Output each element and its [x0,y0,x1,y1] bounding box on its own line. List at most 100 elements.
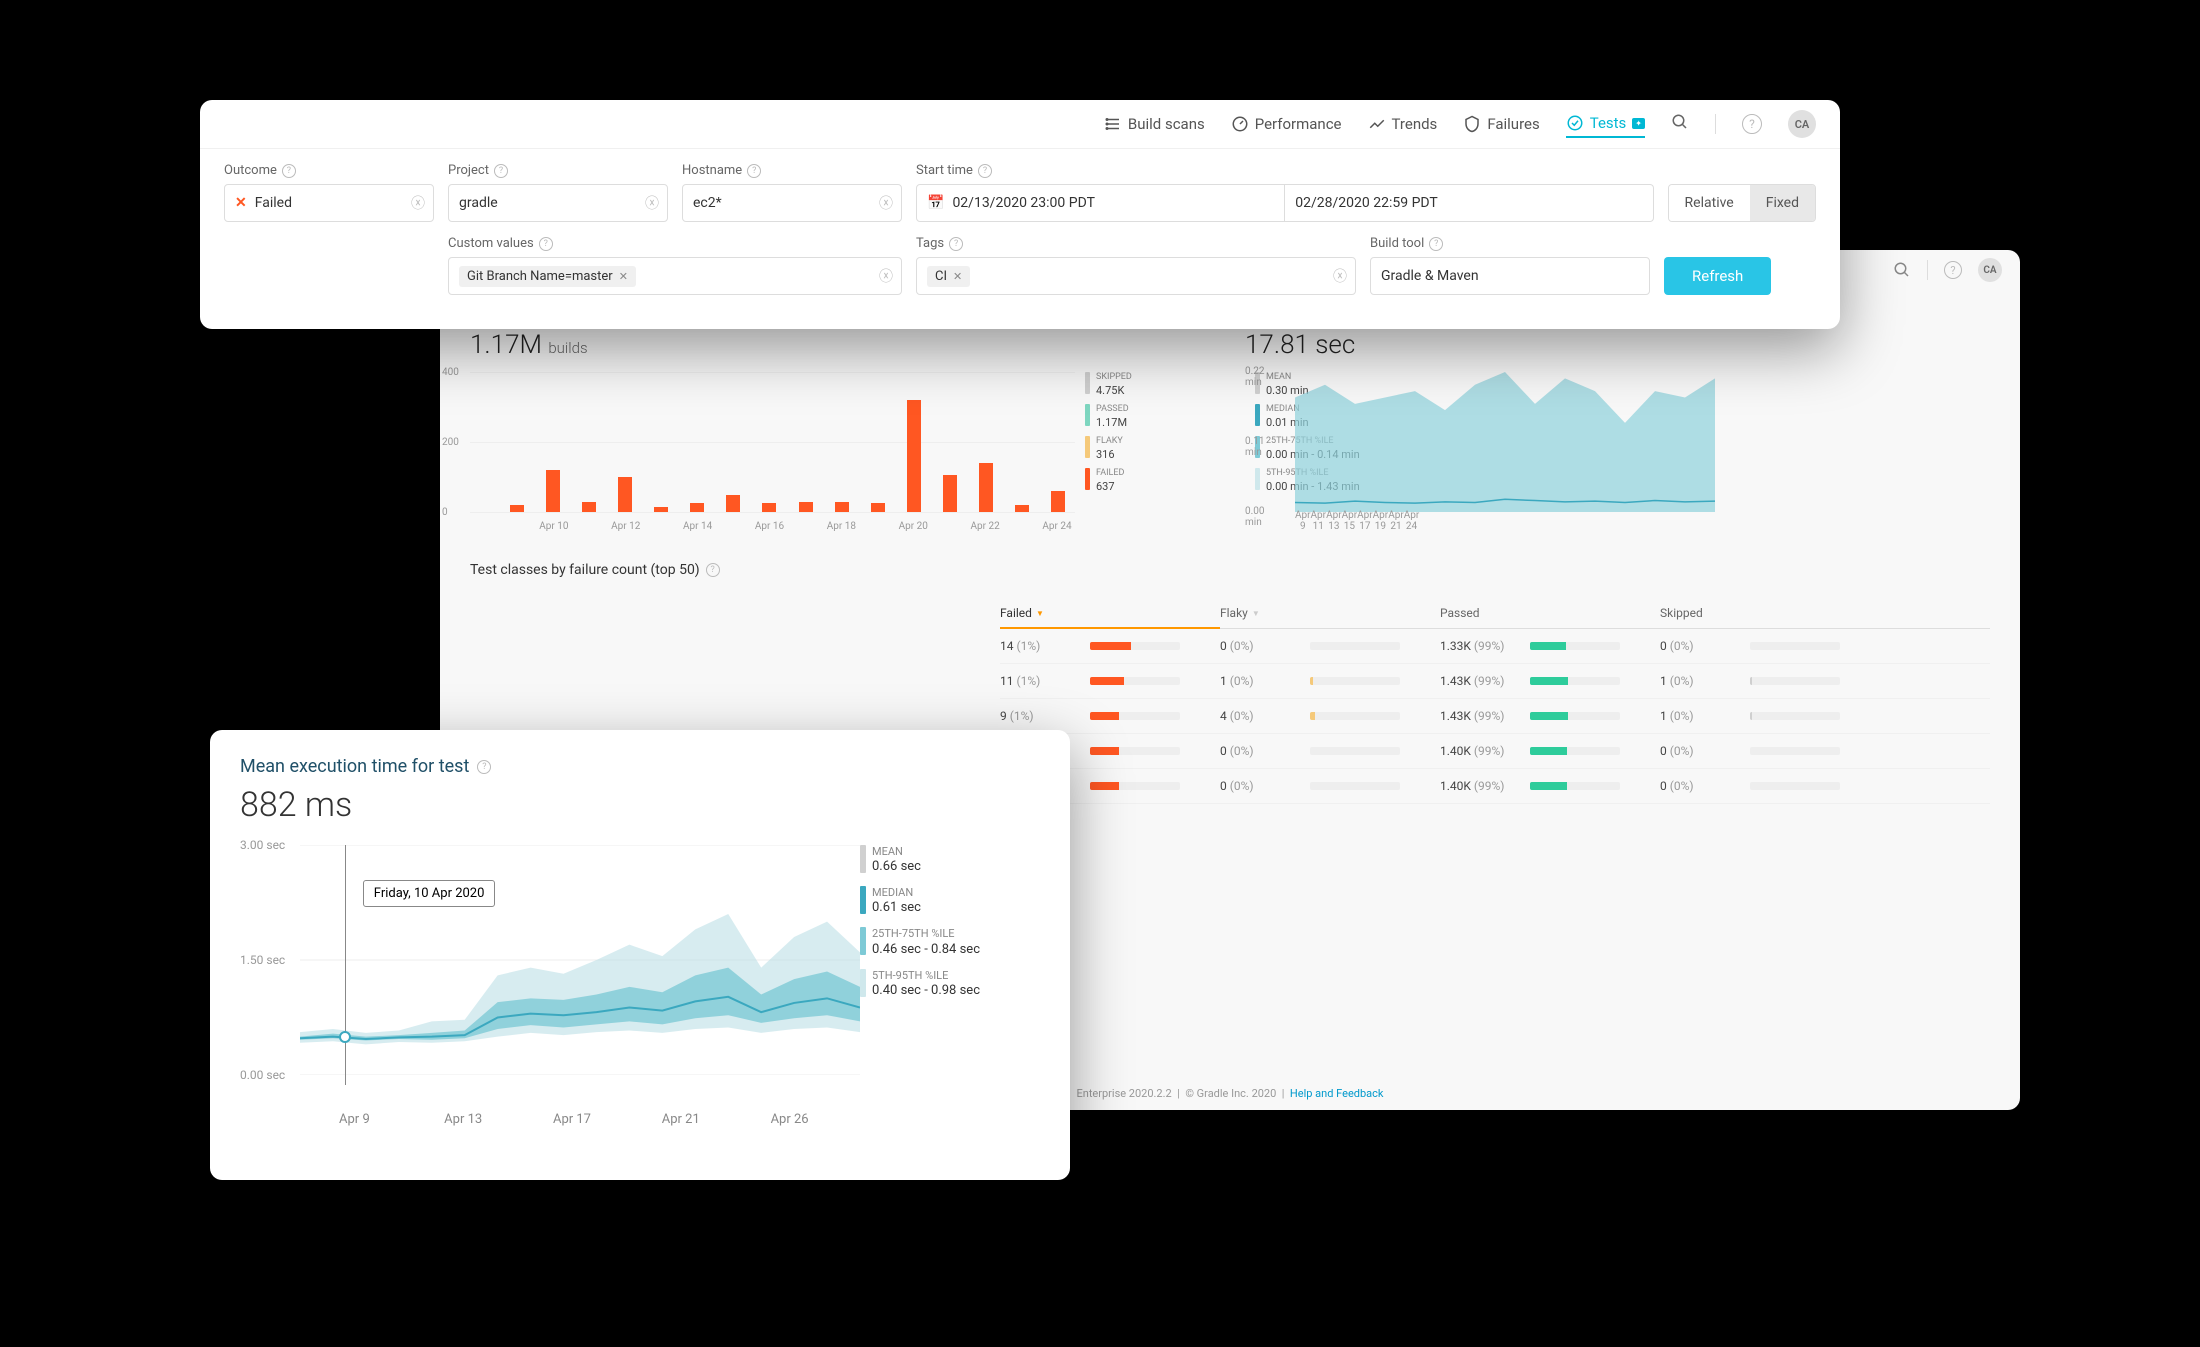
starttime-label: Start time? [916,163,1654,178]
popup-value: 882 ms [240,785,1040,825]
search-icon[interactable] [1893,261,1911,279]
chart-value: 1.17M builds [470,330,1215,360]
help-icon[interactable]: ? [978,164,992,178]
cell-value: 1.40K (99%) [1440,779,1530,793]
cell-bar [1090,747,1180,755]
help-icon[interactable]: ? [706,563,720,577]
cell-bar [1090,677,1180,685]
clear-icon[interactable]: ⓧ [1333,266,1347,286]
builds-chart: Builds that executed test classes? 1.17M… [470,310,1215,532]
cell-value: 0 (0%) [1660,744,1750,758]
column-header[interactable]: Passed [1440,606,1660,620]
fixed-button[interactable]: Fixed [1750,185,1815,221]
tab-trends[interactable]: Trends [1368,115,1438,133]
help-icon[interactable]: ? [282,164,296,178]
tags-chip: CI✕ [927,266,970,287]
refresh-button[interactable]: Refresh [1664,257,1771,295]
table-row[interactable]: 9 (1%)0 (0%)1.40K (99%)0 (0%) [1000,734,1990,769]
cell-value: 1 (0%) [1660,674,1750,688]
cell-value: 0 (0%) [1660,639,1750,653]
tags-label: Tags? [916,236,1356,251]
cell-value: 1.40K (99%) [1440,744,1530,758]
cell-bar [1750,677,1840,685]
clear-icon[interactable]: ⓧ [879,193,893,213]
cell-bar [1310,747,1400,755]
project-input[interactable]: gradleⓧ [448,184,668,222]
cell-value: 11 (1%) [1000,674,1090,688]
table-row[interactable]: 9 (1%)4 (0%)1.43K (99%)1 (0%) [1000,699,1990,734]
cell-bar [1750,747,1840,755]
tab-tests[interactable]: Tests✦ [1566,114,1645,138]
chip-remove-icon[interactable]: ✕ [619,270,628,283]
help-icon[interactable]: ? [1944,261,1962,279]
help-icon[interactable]: ? [949,237,963,251]
clear-icon[interactable]: ⓧ [411,193,425,213]
bar-legend: SKIPPED4.75KPASSED1.17MFLAKY316FAILED637 [1085,372,1215,532]
cell-bar [1530,677,1620,685]
avatar[interactable]: CA [1788,110,1816,138]
cell-bar [1310,712,1400,720]
table-row[interactable]: 11 (1%) 1 (0%) 1.43K (99%) 1 (0%) [1000,664,1990,699]
tags-input[interactable]: CI✕ ⓧ [916,257,1356,295]
popup-title: Mean execution time for test? [240,756,1040,777]
new-badge: ✦ [1632,118,1645,129]
cell-bar [1090,642,1180,650]
failed-icon: ✕ [235,195,247,211]
bar-plot: 0200400Apr 10Apr 12Apr 14Apr 16Apr 18Apr… [470,372,1075,532]
cell-value: 4 (0%) [1220,709,1310,723]
divider [1715,114,1716,134]
hostname-input[interactable]: ec2*ⓧ [682,184,902,222]
customvalues-chip: Git Branch Name=master✕ [459,266,636,287]
cell-value: 0 (0%) [1220,779,1310,793]
cell-value: 1.43K (99%) [1440,709,1530,723]
outcome-input[interactable]: ✕Failedⓧ [224,184,434,222]
tab-failures[interactable]: Failures [1463,115,1539,133]
search-icon[interactable] [1671,113,1689,135]
clear-icon[interactable]: ⓧ [645,193,659,213]
column-header[interactable]: Flaky ▼ [1220,606,1440,620]
cell-bar [1090,782,1180,790]
customvalues-label: Custom values? [448,236,902,251]
cell-bar [1750,782,1840,790]
buildtool-label: Build tool? [1370,236,1650,251]
help-icon[interactable]: ? [1742,114,1762,134]
clear-icon[interactable]: ⓧ [879,266,893,286]
cell-bar [1310,642,1400,650]
mean-exec-chart: Mean execution time for test classes? 17… [1245,310,1990,532]
help-icon[interactable]: ? [539,237,553,251]
cell-value: 0 (0%) [1220,744,1310,758]
chip-remove-icon[interactable]: ✕ [953,270,962,283]
tab-performance[interactable]: Performance [1231,115,1342,133]
table-row[interactable]: 9 (1%)0 (0%)1.40K (99%)0 (0%) [1000,769,1990,804]
cell-bar [1310,782,1400,790]
help-icon[interactable]: ? [1429,237,1443,251]
filter-panel: Build scans Performance Trends Failures … [200,100,1840,329]
cell-value: 1.33K (99%) [1440,639,1530,653]
nav-tabs: Build scans Performance Trends Failures … [200,100,1840,149]
cell-bar [1090,712,1180,720]
starttime-to-input[interactable]: 02/28/2020 22:59 PDT [1285,184,1653,222]
cell-value: 1 (0%) [1220,674,1310,688]
help-icon[interactable]: ? [477,760,491,774]
cell-value: 9 (1%) [1000,709,1090,723]
column-header[interactable]: Skipped [1660,606,1880,620]
hostname-label: Hostname? [682,163,902,178]
tab-build-scans[interactable]: Build scans [1104,115,1205,133]
help-icon[interactable]: ? [494,164,508,178]
chart-value: 17.81 sec [1245,330,1990,360]
table-row[interactable]: 14 (1%)0 (0%)1.33K (99%)0 (0%) [1000,629,1990,664]
avatar[interactable]: CA [1978,258,2002,282]
column-header[interactable]: Failed ▼ [1000,606,1220,629]
relative-button[interactable]: Relative [1669,185,1750,221]
cell-bar [1530,747,1620,755]
starttime-from-input[interactable]: 📅02/13/2020 23:00 PDT [916,184,1285,222]
customvalues-input[interactable]: Git Branch Name=master✕ ⓧ [448,257,902,295]
cell-value: 1.43K (99%) [1440,674,1530,688]
date-mode-toggle: Relative Fixed [1668,184,1816,222]
buildtool-input[interactable]: Gradle & Maven [1370,257,1650,295]
help-icon[interactable]: ? [747,164,761,178]
help-feedback-link[interactable]: Help and Feedback [1290,1087,1384,1100]
project-label: Project? [448,163,668,178]
cell-value: 0 (0%) [1220,639,1310,653]
cell-value: 0 (0%) [1660,779,1750,793]
